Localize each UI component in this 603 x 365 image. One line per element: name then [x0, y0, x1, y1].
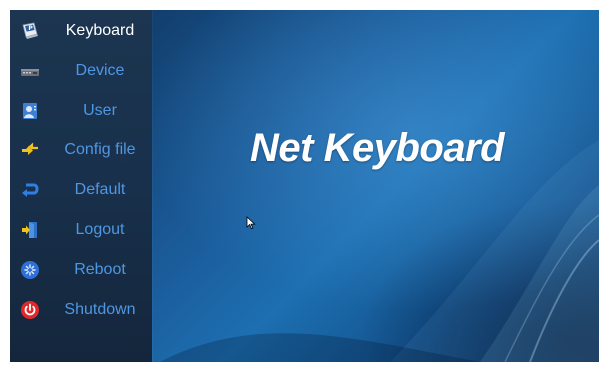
logout-icon [20, 220, 40, 240]
menu-label-config-file: Config file [64, 141, 136, 158]
menu-label-user: User [83, 102, 117, 119]
menu-item-shutdown[interactable]: Shutdown [10, 294, 152, 326]
menu-item-logout[interactable]: Logout [10, 214, 152, 246]
menu-item-user[interactable]: User [10, 95, 152, 127]
reboot-icon [20, 260, 40, 280]
menu-item-reboot[interactable]: Reboot [10, 254, 152, 286]
config-file-icon [20, 140, 40, 160]
menu-label-device: Device [75, 62, 125, 79]
shutdown-icon [20, 300, 40, 320]
app-screen: P Keyboard Device User Config file Defau… [10, 10, 599, 362]
device-icon [20, 61, 40, 81]
menu-item-config-file[interactable]: Config file [10, 134, 152, 166]
menu-item-keyboard[interactable]: P Keyboard [10, 15, 152, 47]
keyboard-app-icon: P [20, 21, 40, 41]
menu-item-device[interactable]: Device [10, 55, 152, 87]
mouse-pointer-icon [246, 216, 256, 230]
user-icon [20, 101, 40, 121]
menu-label-reboot: Reboot [74, 261, 126, 278]
menu-label-logout: Logout [75, 221, 125, 238]
sidebar-menu: P Keyboard Device User Config file Defau… [10, 10, 152, 362]
menu-label-default: Default [74, 181, 126, 198]
menu-label-shutdown: Shutdown [64, 301, 136, 318]
app-title: Net Keyboard [250, 126, 505, 170]
default-reset-icon [20, 180, 40, 200]
svg-text:P: P [28, 25, 33, 32]
menu-item-default[interactable]: Default [10, 174, 152, 206]
menu-label-keyboard: Keyboard [65, 22, 135, 39]
